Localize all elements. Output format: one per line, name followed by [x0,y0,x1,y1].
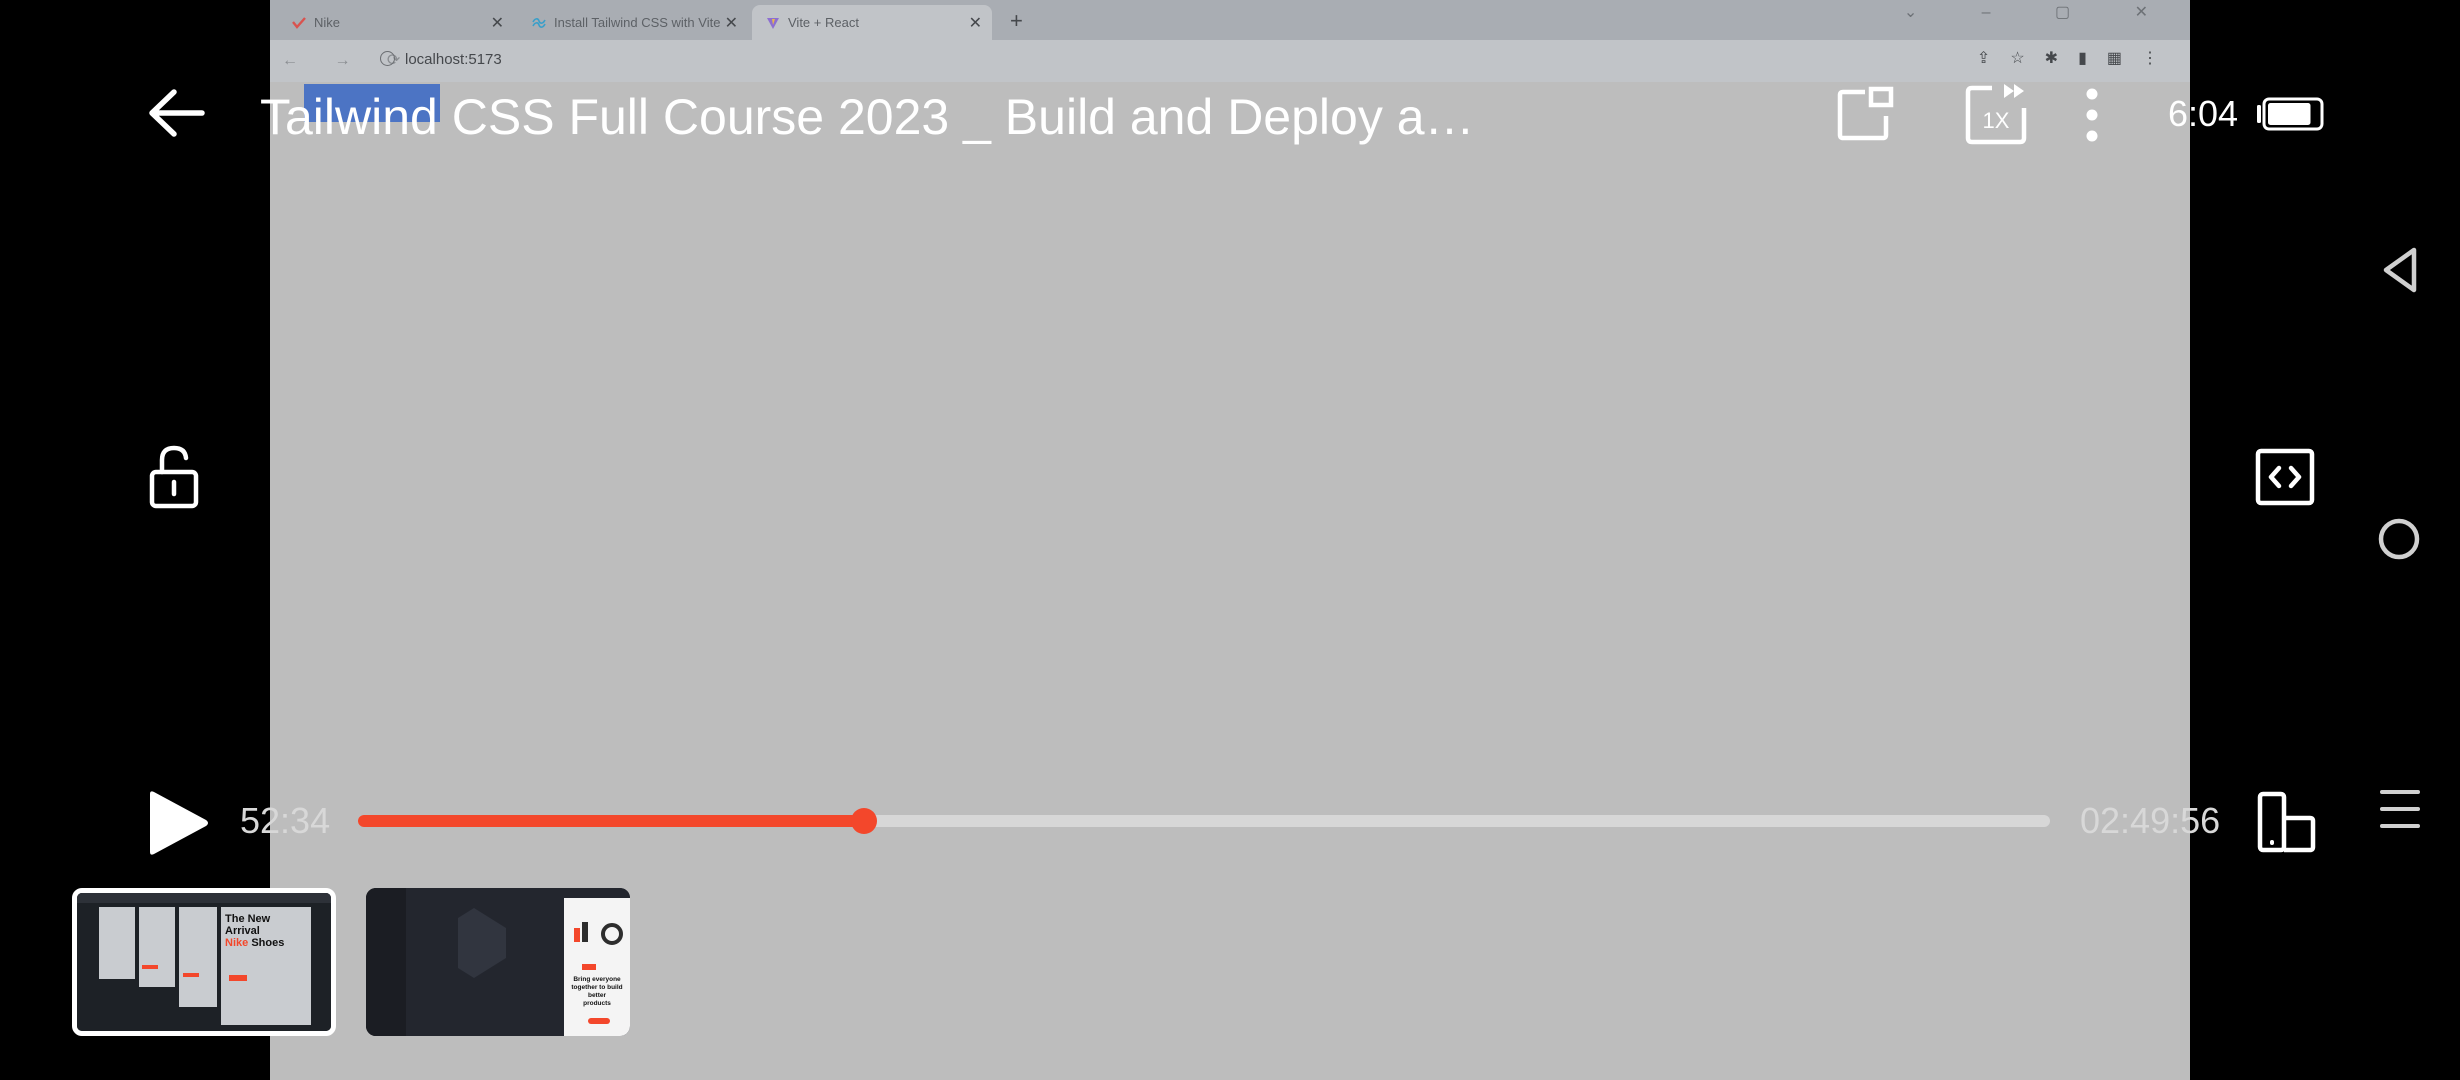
current-time: 52:34 [240,800,331,841]
nav-recents-icon [2380,790,2420,828]
close-icon: ✕ [724,14,738,32]
system-back-button[interactable] [2376,244,2426,296]
battery-indicator [2256,97,2324,131]
frame-url-text: localhost:5173 [405,51,502,68]
close-icon: ✕ [490,14,504,32]
close-icon: ✕ [968,14,982,32]
aspect-ratio-button[interactable] [2252,444,2318,510]
playback-speed-icon: 1X [1965,84,2027,145]
seek-bar[interactable] [358,808,2050,834]
frame-browser-toolbar: ← → ⟳ localhost:5173 ⇪☆✱▮▦⋮ [270,40,2190,82]
more-vert-icon [2086,88,2098,142]
unlock-icon [149,445,199,509]
nike-favicon-icon [292,16,306,30]
seek-handle[interactable] [851,808,878,834]
code-brackets-icon [2255,448,2315,506]
status-clock: 6:04 [2168,93,2239,134]
thumbnail-preview [366,888,630,1036]
frame-tab-nike: Nike ✕ [278,5,514,40]
play-icon [150,791,208,855]
system-recents-button[interactable] [2378,784,2422,834]
total-duration: 02:49:56 [2080,800,2221,841]
new-tab-icon: + [1010,8,1023,33]
rotate-screen-button[interactable] [2254,790,2318,854]
speed-label: 1X [1983,108,2010,133]
back-button[interactable] [140,80,212,152]
seek-progress-fill [358,815,865,827]
picture-in-picture-button[interactable] [1835,84,1897,146]
frame-browser-tabstrip: Nike ✕ Install Tailwind CSS with Vite - … [270,0,2190,40]
screen-lock-button[interactable] [138,440,210,512]
vite-favicon-icon [766,16,780,30]
more-options-button[interactable] [2066,82,2118,148]
screen-rotate-icon [2257,791,2316,853]
thumbnail-preview [77,893,331,1031]
chapter-thumbnail-selected[interactable]: The New Arrival Nike Shoes [72,888,336,1036]
frame-address-bar: localhost:5173 [380,51,502,68]
chapter-thumbnail[interactable]: Bring everyone together to build better … [366,888,630,1036]
thumbnail-heading: Bring everyone together to build better … [571,976,623,1007]
play-button[interactable] [138,784,216,862]
frame-tab-label: Install Tailwind CSS with Vite - Ta [554,15,724,30]
system-home-button[interactable] [2374,514,2424,564]
frame-toolbar-icons: ⇪☆✱▮▦⋮ [1976,50,2178,67]
frame-tab-label: Vite + React [788,15,859,30]
frame-tab-label: Nike [314,15,341,30]
playback-speed-button[interactable]: 1X [1962,80,2032,150]
frame-tab-tailwind: Install Tailwind CSS with Vite - Ta ✕ [518,5,748,40]
picture-in-picture-icon [1837,86,1894,141]
battery-icon [2257,97,2324,131]
frame-tab-vite: Vite + React ✕ [752,5,992,40]
window-controls: ⌄ – ▢ ✕ [1903,4,2178,21]
tailwind-favicon-icon [532,16,546,30]
thumbnail-heading: The New Arrival Nike Shoes [225,913,285,949]
arrow-left-icon [149,89,205,137]
nav-home-icon [2378,518,2420,560]
nav-back-icon [2383,247,2417,293]
video-title: Tailwind CSS Full Course 2023 _ Build an… [260,89,1475,145]
info-icon [380,51,395,66]
